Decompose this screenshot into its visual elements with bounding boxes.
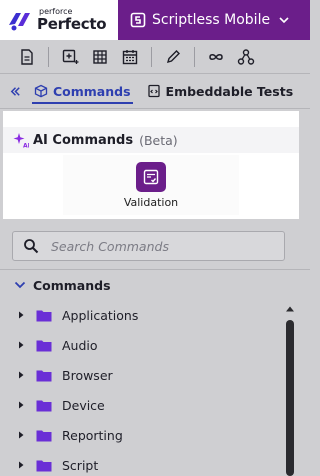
toolbar xyxy=(0,40,310,74)
search-input[interactable] xyxy=(51,238,251,254)
search-icon xyxy=(24,239,39,254)
folder-icon xyxy=(36,460,52,471)
tree-item-browser[interactable]: Browser xyxy=(0,360,284,390)
checklist-icon xyxy=(143,169,159,185)
pencil-icon xyxy=(166,49,180,63)
panel-tabs: Commands Embeddable Tests xyxy=(0,74,310,109)
tree-item-label: Browser xyxy=(62,367,113,383)
loop-button[interactable] xyxy=(201,42,231,72)
brand-name: Perfecto xyxy=(37,15,107,33)
schedule-button[interactable] xyxy=(115,42,145,72)
caret-right-icon xyxy=(19,461,24,469)
folder-icon xyxy=(36,310,52,321)
tab-embeddable-tests[interactable]: Embeddable Tests xyxy=(141,74,300,108)
toolbar-divider xyxy=(48,46,49,67)
file-icon xyxy=(21,48,33,65)
tab-commands[interactable]: Commands xyxy=(28,74,137,108)
commands-tree: Applications Audio Browser Device Report… xyxy=(0,300,284,476)
perfecto-logo xyxy=(9,13,30,31)
tree-item-script[interactable]: Script xyxy=(0,450,284,476)
double-chevron-left-icon xyxy=(10,86,20,96)
section-divider xyxy=(0,269,310,270)
scroll-up-arrow[interactable] xyxy=(285,304,295,314)
grid-icon xyxy=(93,49,107,64)
app-header: perforce Perfecto Scriptless Mobile xyxy=(0,0,310,40)
ai-commands-title: AI Commands xyxy=(33,132,134,148)
chevron-down-icon xyxy=(14,281,26,289)
beta-badge: (Beta) xyxy=(139,132,178,148)
tree-item-label: Script xyxy=(62,457,99,473)
folder-icon xyxy=(36,430,52,441)
caret-right-icon xyxy=(19,431,24,439)
search-box[interactable] xyxy=(12,231,285,261)
tree-item-applications[interactable]: Applications xyxy=(0,300,284,330)
cube-icon xyxy=(34,84,48,98)
folder-icon xyxy=(36,370,52,381)
caret-right-icon xyxy=(19,371,24,379)
mode-selector[interactable]: Scriptless Mobile xyxy=(118,0,310,40)
add-step-button[interactable] xyxy=(55,42,85,72)
brand[interactable]: perforce Perfecto xyxy=(0,0,118,40)
caret-right-icon xyxy=(19,311,24,319)
embed-icon xyxy=(147,84,160,98)
validation-tile-icon-box xyxy=(136,162,166,192)
new-file-button[interactable] xyxy=(12,42,42,72)
chevron-down-icon xyxy=(279,17,289,24)
ai-commands-panel: AI AI Commands (Beta) Validation xyxy=(3,111,299,219)
commands-heading: Commands xyxy=(33,277,111,293)
network-button[interactable] xyxy=(231,42,261,72)
table-button[interactable] xyxy=(85,42,115,72)
ai-commands-header[interactable]: AI AI Commands (Beta) xyxy=(3,127,299,153)
tree-item-label: Applications xyxy=(62,307,139,323)
tree-item-audio[interactable]: Audio xyxy=(0,330,284,360)
tree-item-device[interactable]: Device xyxy=(0,390,284,420)
folder-icon xyxy=(36,340,52,351)
mode-label: Scriptless Mobile xyxy=(152,12,271,28)
caret-right-icon xyxy=(19,401,24,409)
tree-item-label: Device xyxy=(62,397,105,413)
add-step-icon xyxy=(62,49,79,64)
tree-item-label: Reporting xyxy=(62,427,123,443)
tree-item-reporting[interactable]: Reporting xyxy=(0,420,284,450)
validation-label: Validation xyxy=(123,196,179,209)
network-icon xyxy=(237,48,255,65)
tree-item-label: Audio xyxy=(62,337,98,353)
tab-embeddable-tests-label: Embeddable Tests xyxy=(165,83,294,99)
scrollbar-thumb[interactable] xyxy=(286,320,294,476)
folder-icon xyxy=(36,400,52,411)
toolbar-divider xyxy=(151,46,152,67)
calendar-icon xyxy=(122,49,138,64)
scriptless-icon xyxy=(130,12,146,28)
commands-section-header[interactable]: Commands xyxy=(14,276,111,294)
tab-commands-label: Commands xyxy=(53,83,131,99)
caret-right-icon xyxy=(19,341,24,349)
svg-text:AI: AI xyxy=(23,143,29,149)
validation-command-tile[interactable]: Validation xyxy=(63,155,239,215)
edit-button[interactable] xyxy=(158,42,188,72)
collapse-panel-button[interactable] xyxy=(2,74,28,108)
toolbar-divider xyxy=(194,46,195,67)
ai-sparkle-icon: AI xyxy=(13,133,29,149)
infinity-icon xyxy=(209,53,223,60)
